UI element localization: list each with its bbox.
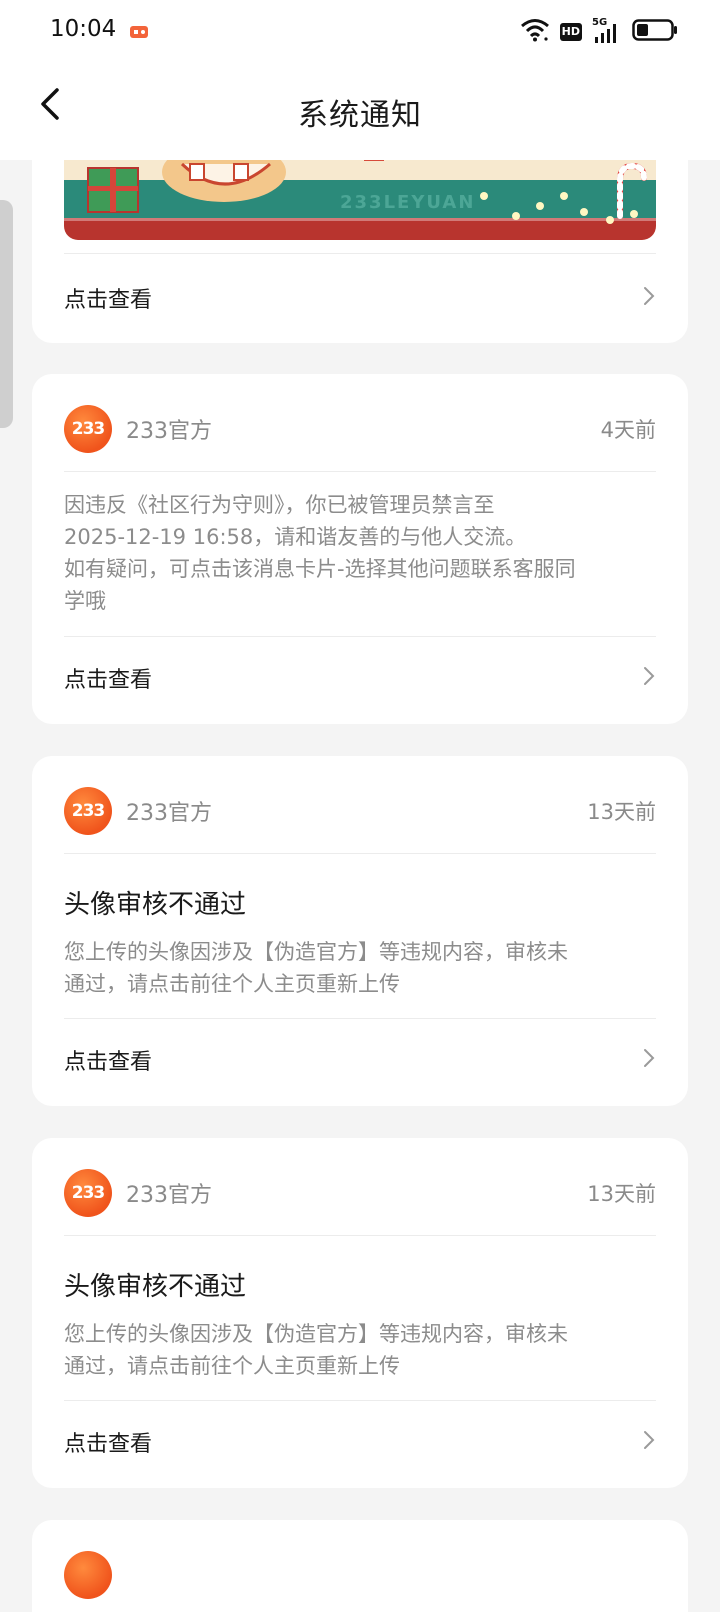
card-divider xyxy=(64,253,656,254)
card-divider xyxy=(64,1400,656,1401)
status-bar: 10:04 HD 5G xyxy=(0,0,720,64)
hd-icon: HD xyxy=(559,23,582,41)
chevron-right-icon xyxy=(642,285,656,311)
chevron-right-icon xyxy=(642,1047,656,1073)
avatar: 233 xyxy=(64,405,112,453)
message-title: 头像审核不通过 xyxy=(64,890,247,920)
sender-row: 233 233官方 13天前 xyxy=(64,786,656,836)
5g-signal-icon: 5G xyxy=(592,17,622,45)
notification-card[interactable]: 233 233官方 13天前 头像审核不通过 您上传的头像因涉及【伪造官方】等违… xyxy=(32,1138,688,1488)
avatar xyxy=(64,1551,112,1599)
status-time: 10:04 xyxy=(50,16,117,42)
message-body-line: 学哦 xyxy=(64,589,106,613)
view-details-label: 点击查看 xyxy=(64,668,153,693)
sender-name: 233官方 xyxy=(126,419,212,444)
card-divider xyxy=(64,636,656,637)
message-body: 您上传的头像因涉及【伪造官方】等违规内容，审核未 通过，请点击前往个人主页重新上… xyxy=(64,1318,656,1382)
card-divider xyxy=(64,1018,656,1019)
view-details-button[interactable]: 点击查看 xyxy=(64,268,656,328)
message-body: 您上传的头像因涉及【伪造官方】等违规内容，审核未 通过，请点击前往个人主页重新上… xyxy=(64,936,656,1000)
message-time: 4天前 xyxy=(600,418,656,442)
avatar: 233 xyxy=(64,787,112,835)
message-time: 13天前 xyxy=(587,1182,656,1206)
message-body-line: 如有疑问，可点击该消息卡片-选择其他问题联系客服同 xyxy=(64,557,576,581)
view-details-label: 点击查看 xyxy=(64,1050,153,1075)
sender-row: 233 233官方 13天前 xyxy=(64,1168,656,1218)
card-divider xyxy=(64,471,656,472)
view-details-button[interactable]: 点击查看 xyxy=(64,648,656,708)
promo-banner-image: 233LEYUAN xyxy=(64,160,656,240)
notification-list[interactable]: 233LEYUAN 点击查看 233 233官方 4天前 因违反《社区行为守则》… xyxy=(0,160,720,1612)
sender-row: 233 233官方 4天前 xyxy=(64,404,656,454)
message-body-line: 您上传的头像因涉及【伪造官方】等违规内容，审核未 xyxy=(64,1322,568,1346)
sender-row xyxy=(64,1550,656,1600)
message-time: 13天前 xyxy=(587,800,656,824)
notification-card[interactable] xyxy=(32,1520,688,1612)
message-body-line: 通过，请点击前往个人主页重新上传 xyxy=(64,972,400,996)
wifi-icon xyxy=(520,18,550,46)
sender-name: 233官方 xyxy=(126,801,212,826)
message-body-line: 2025-12-19 16:58，请和谐友善的与他人交流。 xyxy=(64,525,527,549)
view-details-label: 点击查看 xyxy=(64,1432,153,1457)
view-details-label: 点击查看 xyxy=(64,288,153,313)
view-details-button[interactable]: 点击查看 xyxy=(64,1412,656,1472)
message-body: 因违反《社区行为守则》，你已被管理员禁言至 2025-12-19 16:58，请… xyxy=(64,489,656,617)
side-drawer-handle[interactable] xyxy=(0,200,13,428)
battery-icon xyxy=(632,18,678,46)
card-divider xyxy=(64,853,656,854)
message-body-line: 您上传的头像因涉及【伪造官方】等违规内容，审核未 xyxy=(64,940,568,964)
chevron-right-icon xyxy=(642,1429,656,1455)
page-title: 系统通知 xyxy=(298,98,422,133)
message-title: 头像审核不通过 xyxy=(64,1272,247,1302)
game-notification-icon xyxy=(130,24,148,38)
navigation-bar: 系统通知 xyxy=(0,64,720,160)
message-body-line: 通过，请点击前往个人主页重新上传 xyxy=(64,1354,400,1378)
message-body-line: 因违反《社区行为守则》，你已被管理员禁言至 xyxy=(64,493,495,517)
chevron-right-icon xyxy=(642,665,656,691)
view-details-button[interactable]: 点击查看 xyxy=(64,1030,656,1090)
notification-card[interactable]: 233 233官方 13天前 头像审核不通过 您上传的头像因涉及【伪造官方】等违… xyxy=(32,756,688,1106)
card-divider xyxy=(64,1235,656,1236)
notification-card[interactable]: 233LEYUAN 点击查看 xyxy=(32,160,688,343)
banner-watermark-text: 233LEYUAN xyxy=(340,192,476,213)
avatar: 233 xyxy=(64,1169,112,1217)
notification-card[interactable]: 233 233官方 4天前 因违反《社区行为守则》，你已被管理员禁言至 2025… xyxy=(32,374,688,724)
status-icons: HD 5G xyxy=(520,17,678,46)
sender-name: 233官方 xyxy=(126,1183,212,1208)
